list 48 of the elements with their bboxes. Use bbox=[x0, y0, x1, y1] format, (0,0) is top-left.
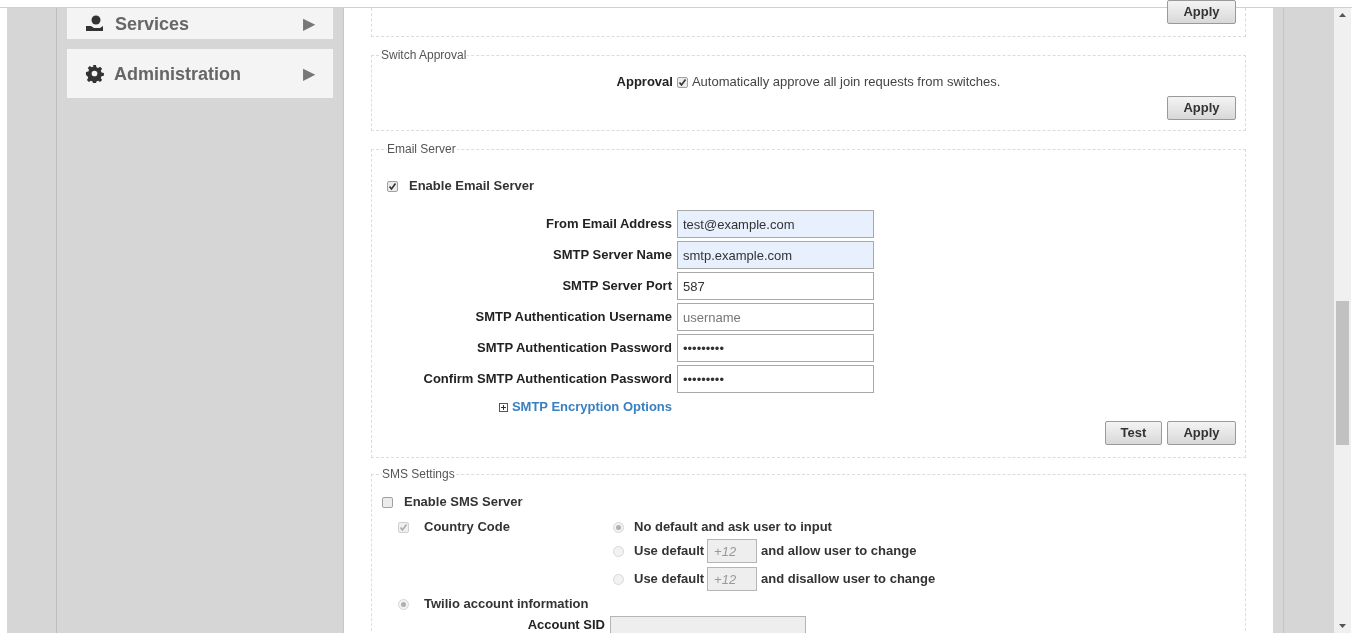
checkbox-label: Country Code bbox=[424, 518, 510, 537]
radio-label: Use default bbox=[634, 542, 705, 561]
field-label: SMTP Server Port bbox=[561, 277, 672, 296]
checkbox[interactable] bbox=[676, 76, 688, 88]
radio-label: No default and ask user to input bbox=[634, 518, 832, 537]
apply-button[interactable]: Apply bbox=[1167, 421, 1236, 445]
radio-label: and disallow user to change bbox=[761, 570, 936, 589]
checkbox[interactable] bbox=[382, 496, 393, 508]
input-field[interactable]: username bbox=[677, 303, 874, 331]
scroll-up-icon[interactable] bbox=[1339, 13, 1346, 17]
field-label: SMTP Authentication Username bbox=[474, 308, 672, 327]
arrow-icon: ▶ bbox=[303, 62, 315, 85]
checkbox-label: Automatically approve all join requests from switches. bbox=[691, 73, 1001, 92]
field-label: Confirm SMTP Authentication Password bbox=[422, 370, 672, 389]
apply-button[interactable]: Apply bbox=[1167, 96, 1236, 120]
input-field[interactable]: ••••••••• bbox=[677, 334, 874, 362]
input-field[interactable]: test@example.com bbox=[677, 210, 874, 238]
sidebar-label: Administration bbox=[114, 62, 241, 85]
field-label: From Email Address bbox=[545, 215, 672, 234]
field-label: SMTP Server Name bbox=[552, 246, 672, 265]
input-field[interactable]: ••••••••• bbox=[677, 365, 874, 393]
sidebar-label: Services bbox=[115, 12, 190, 35]
field-label: Approval bbox=[616, 73, 673, 92]
checkbox[interactable] bbox=[387, 180, 398, 192]
sidebar-item[interactable]: Services ▶ bbox=[67, 8, 333, 39]
input-field[interactable]: 587 bbox=[677, 272, 874, 300]
checkbox-label: Enable SMS Server bbox=[404, 493, 523, 512]
settings-icon bbox=[85, 64, 104, 83]
sidebar-item[interactable]: Administration ▶ bbox=[67, 49, 333, 98]
field-label: SMTP Authentication Password bbox=[475, 339, 672, 358]
scroll-down-icon[interactable] bbox=[1339, 624, 1346, 628]
plus-box-icon[interactable] bbox=[498, 402, 508, 412]
checkbox-label: Enable Email Server bbox=[409, 177, 534, 196]
input-field[interactable]: smtp.example.com bbox=[677, 241, 874, 269]
field-label: Account SID bbox=[526, 616, 605, 633]
arrow-icon: ▶ bbox=[303, 12, 315, 35]
radio-label: Use default bbox=[634, 570, 705, 589]
apply-button[interactable]: Apply bbox=[1167, 0, 1236, 24]
scrollbar-thumb[interactable] bbox=[1336, 301, 1349, 445]
section-legend: SMS Settings bbox=[382, 467, 456, 481]
section-legend: Switch Approval bbox=[381, 48, 468, 62]
input-field[interactable] bbox=[610, 615, 806, 633]
scrollbar[interactable] bbox=[1334, 8, 1351, 633]
encryption-options-link[interactable]: SMTP Encryption Options bbox=[511, 397, 672, 417]
section-legend: Email Server bbox=[387, 142, 457, 156]
apply-button[interactable]: Test bbox=[1105, 421, 1162, 445]
radio-label: Twilio account information bbox=[424, 595, 589, 614]
radio-label: and allow user to change bbox=[761, 542, 917, 561]
